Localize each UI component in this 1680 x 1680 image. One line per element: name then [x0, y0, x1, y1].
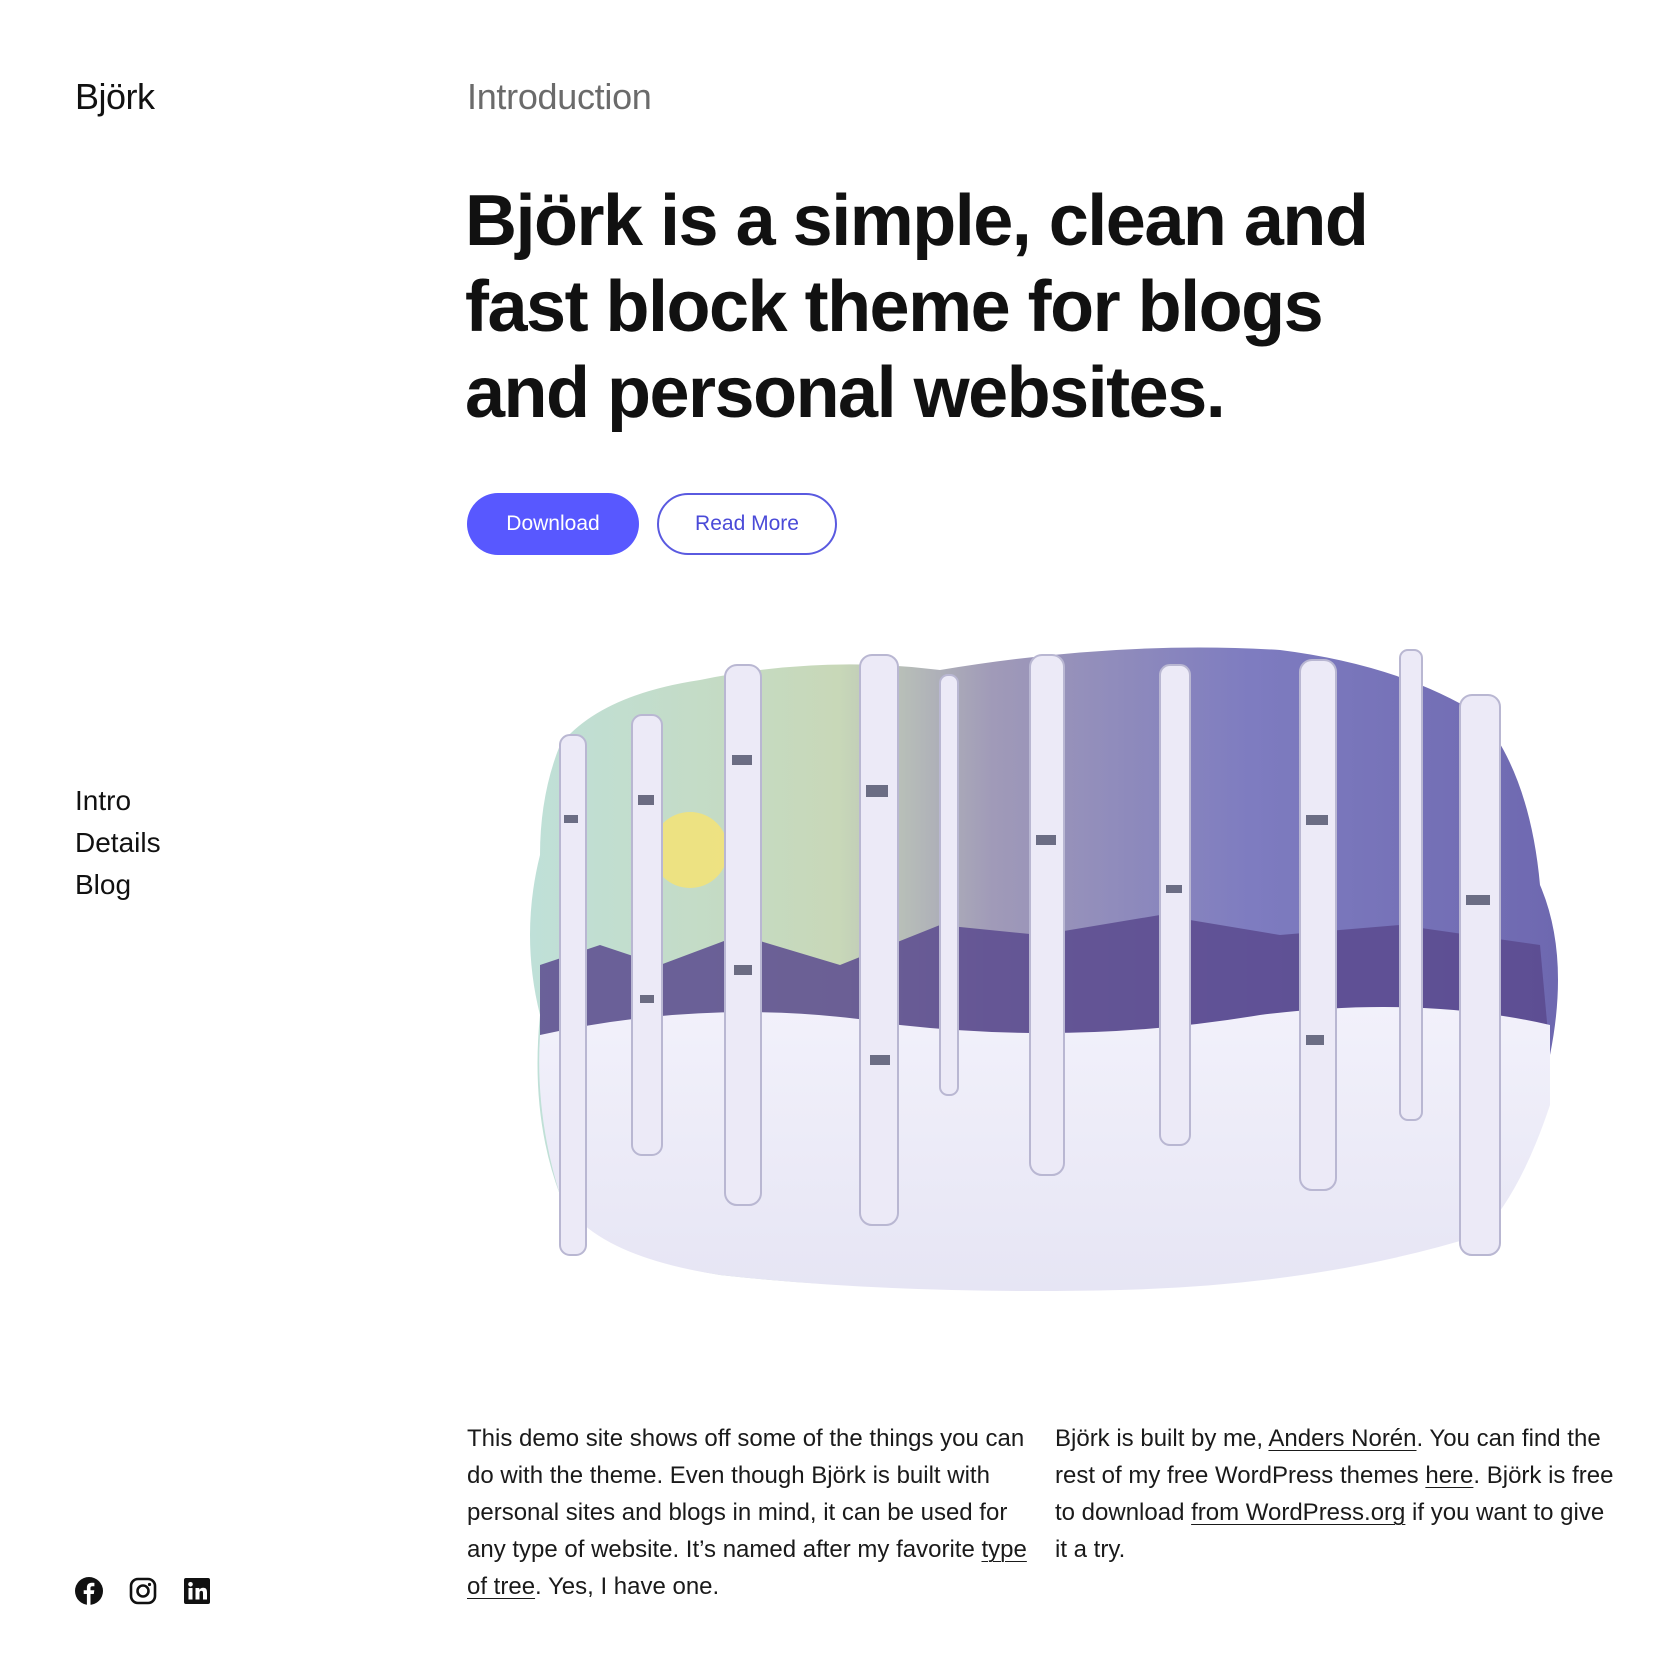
birch-forest-illustration: [530, 647, 1558, 1291]
linkedin-icon[interactable]: [183, 1577, 211, 1605]
author-text-1: Björk is built by me,: [1055, 1425, 1269, 1452]
anders-noren-link[interactable]: Anders Norén: [1268, 1425, 1416, 1452]
read-more-button[interactable]: Read More: [657, 493, 837, 555]
intro-text: This demo site shows off some of the thi…: [467, 1425, 1025, 1563]
nav-item-blog[interactable]: Blog: [75, 864, 161, 906]
site-title[interactable]: Björk: [75, 76, 155, 118]
section-label: Introduction: [467, 76, 652, 117]
instagram-icon[interactable]: [129, 1577, 157, 1605]
nav-item-intro[interactable]: Intro: [75, 780, 161, 822]
download-button[interactable]: Download: [467, 493, 639, 555]
side-navigation: Intro Details Blog: [75, 780, 161, 906]
intro-paragraph: This demo site shows off some of the thi…: [467, 1420, 1027, 1605]
intro-text-end: . Yes, I have one.: [535, 1573, 720, 1600]
themes-here-link[interactable]: here: [1425, 1462, 1473, 1489]
hero-heading: Björk is a simple, clean and fast block …: [465, 181, 1369, 433]
author-paragraph: Björk is built by me, Anders Norén. You …: [1055, 1420, 1615, 1568]
facebook-icon[interactable]: [75, 1577, 103, 1605]
hero-illustration: [520, 635, 1580, 1295]
social-links: [75, 1577, 211, 1605]
wordpress-org-link[interactable]: from WordPress.org: [1191, 1499, 1405, 1526]
nav-item-details[interactable]: Details: [75, 822, 161, 864]
